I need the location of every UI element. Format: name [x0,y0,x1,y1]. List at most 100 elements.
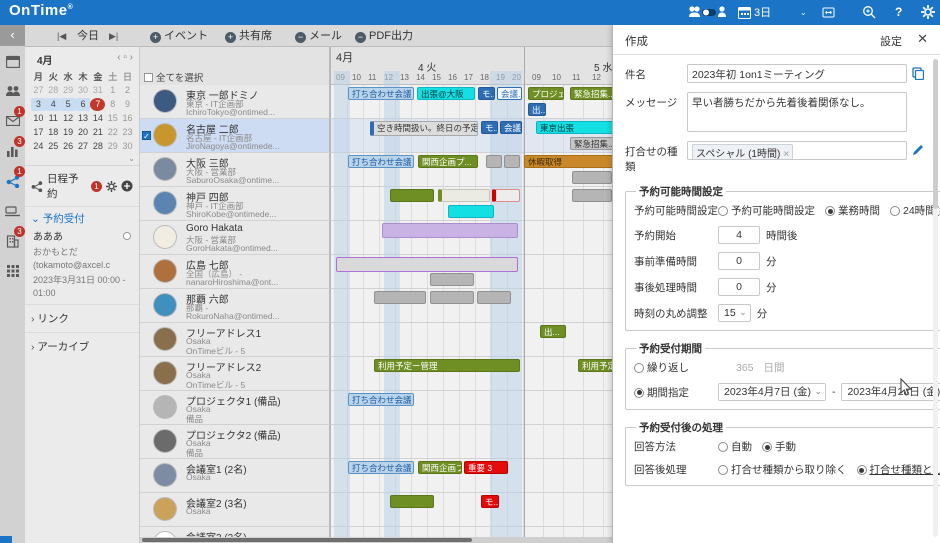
subject-input[interactable]: 2023年初 1on1ミーティング [687,64,907,83]
time-setting-option-radio[interactable] [825,206,835,216]
event-block[interactable]: 利用予定ー管理 [374,359,520,372]
calendar-day[interactable]: 26 [61,140,76,153]
resource-name-cell[interactable]: 会議室1 (2名)Osaka [140,459,330,492]
calendar-day[interactable]: 3 [31,98,46,111]
resource-name-cell[interactable]: 広島 七郎全国（広島） -nanaroHiroshima@ont... [140,255,330,288]
rounding-select[interactable]: 15 [718,304,751,322]
groups-nav-icon[interactable] [0,76,25,106]
event-block[interactable] [374,291,426,304]
resource-name-cell[interactable]: プロジェクタ2 (備品)Osaka備品 [140,425,330,458]
meeting-type-tag[interactable]: スペシャル (1時間)× [692,144,793,160]
calendar-nav-icon[interactable] [0,46,25,76]
calendar-day[interactable]: 20 [76,126,91,139]
today-button[interactable]: 今日 [77,25,99,47]
event-block[interactable]: 関西企画プ... [418,155,478,168]
select-all[interactable]: 全てを選択 [144,70,203,84]
calendar-day[interactable]: 29 [61,84,76,97]
select-all-checkbox[interactable] [144,73,153,82]
add-icon[interactable] [121,180,133,192]
after-answer-option-radio[interactable] [857,465,867,475]
calendar-day[interactable]: 6 [76,98,91,111]
calendar-day[interactable]: 21 [90,126,105,139]
calendar-day[interactable]: 24 [31,140,46,153]
row-checkbox[interactable]: ✓ [142,131,151,140]
event-block[interactable]: 出... [528,103,546,116]
event-button[interactable]: +イベント [150,25,208,47]
answer-method-option[interactable]: 自動 [718,439,752,454]
calendar-day[interactable]: 7 [90,98,105,111]
desk-nav-icon[interactable] [0,196,25,226]
scrollbar-thumb[interactable] [142,538,472,542]
remove-tag-icon[interactable]: × [783,149,789,160]
mini-calendar-expand-icon[interactable]: ⌄ [25,153,139,166]
reservation-start-input[interactable]: 4 [718,226,760,244]
calendar-day[interactable]: 11 [46,112,61,125]
calendar-day[interactable]: 18 [46,126,61,139]
event-block[interactable] [336,257,518,272]
calendar-day[interactable]: 17 [31,126,46,139]
building-nav-icon[interactable]: 3 [0,226,25,256]
calendar-day[interactable]: 14 [90,112,105,125]
after-answer-option-radio[interactable] [718,465,728,475]
calendar-day[interactable]: 13 [76,112,91,125]
event-block[interactable]: 打ち合わせ会議 [348,461,414,474]
event-block[interactable]: 関西企画プ... [418,461,462,474]
time-setting-option[interactable]: 予約可能時間設定 [718,203,815,218]
event-block[interactable] [438,189,490,202]
event-block[interactable]: 出張@大阪 [417,87,475,100]
event-block[interactable]: 会議... [497,87,522,100]
panel-settings-link[interactable]: 設定 [880,33,902,49]
prev-day-button[interactable]: |◀ [57,25,66,47]
event-block[interactable]: 東京出張 [536,121,620,134]
calendar-day[interactable]: 31 [90,84,105,97]
event-block[interactable]: 会議... [500,121,522,134]
calendar-day[interactable]: 23 [120,126,135,139]
help-icon[interactable]: ? [895,3,902,21]
calendar-day[interactable]: 16 [120,112,135,125]
resource-name-cell[interactable]: Goro Hakata大阪 - 営業部GoroHakata@ontimed... [140,221,330,254]
calendar-day[interactable]: 19 [61,126,76,139]
apps-grid-icon[interactable] [0,256,25,286]
search-icon[interactable] [862,3,876,21]
calendar-day[interactable]: 27 [76,140,91,153]
share-nav-icon[interactable]: 1 [0,166,25,196]
chevron-down-icon[interactable]: ⌄ [800,3,807,21]
event-block[interactable] [572,171,612,184]
range-option[interactable]: 期間指定 [634,385,718,400]
close-icon[interactable]: ✕ [917,31,928,47]
answer-method-option-radio[interactable] [762,442,772,452]
panel-scrollbar-thumb[interactable] [933,59,938,209]
after-answer-option[interactable]: 打合せ種類から取り除く [718,462,847,477]
event-block[interactable] [448,205,494,218]
event-block[interactable] [504,155,520,168]
calendar-day[interactable]: 22 [105,126,120,139]
calendar-day[interactable]: 5 [61,98,76,111]
event-block[interactable]: プロジェ... [528,87,564,100]
calendar-day[interactable]: 10 [31,112,46,125]
settings-gear-icon[interactable] [921,3,935,21]
resource-name-cell[interactable]: フリーアドレス2OsakaOnTimeビル - 5 [140,357,330,390]
next-day-button[interactable]: ▶| [109,25,118,47]
repeat-option[interactable]: 繰り返し [634,360,718,375]
archive-section-header[interactable]: › アーカイブ [25,332,139,360]
horizontal-scrollbar[interactable] [140,537,612,543]
event-block[interactable] [430,291,474,304]
event-block[interactable]: モ... [481,495,499,508]
edit-pencil-icon[interactable] [912,141,928,159]
booking-item-title[interactable]: あああ [25,230,139,245]
calendar-day[interactable]: 9 [120,98,135,111]
calendar-day[interactable]: 12 [61,112,76,125]
calendar-day[interactable]: 28 [46,84,61,97]
after-answer-option[interactable]: 打合せ種類として継続 [857,462,940,477]
panel-scrollbar[interactable] [933,59,938,537]
expand-icon[interactable] [822,3,835,21]
calendar-day[interactable]: 30 [76,84,91,97]
calendar-day[interactable]: 2 [120,84,135,97]
calendar-day[interactable]: 1 [105,84,120,97]
booking-item-radio[interactable] [123,232,131,240]
resource-name-cell[interactable]: 神戸 四郎神戸 - IT企画部ShiroKobe@ontimede... [140,187,330,220]
calendar-day[interactable]: 27 [31,84,46,97]
mini-calendar-nav[interactable]: ‹ ▫ › [117,52,133,67]
event-block[interactable]: モ... [481,121,498,134]
resource-name-cell[interactable]: 大阪 三郎大阪 - 営業部SaburoOsaka@ontime... [140,153,330,186]
